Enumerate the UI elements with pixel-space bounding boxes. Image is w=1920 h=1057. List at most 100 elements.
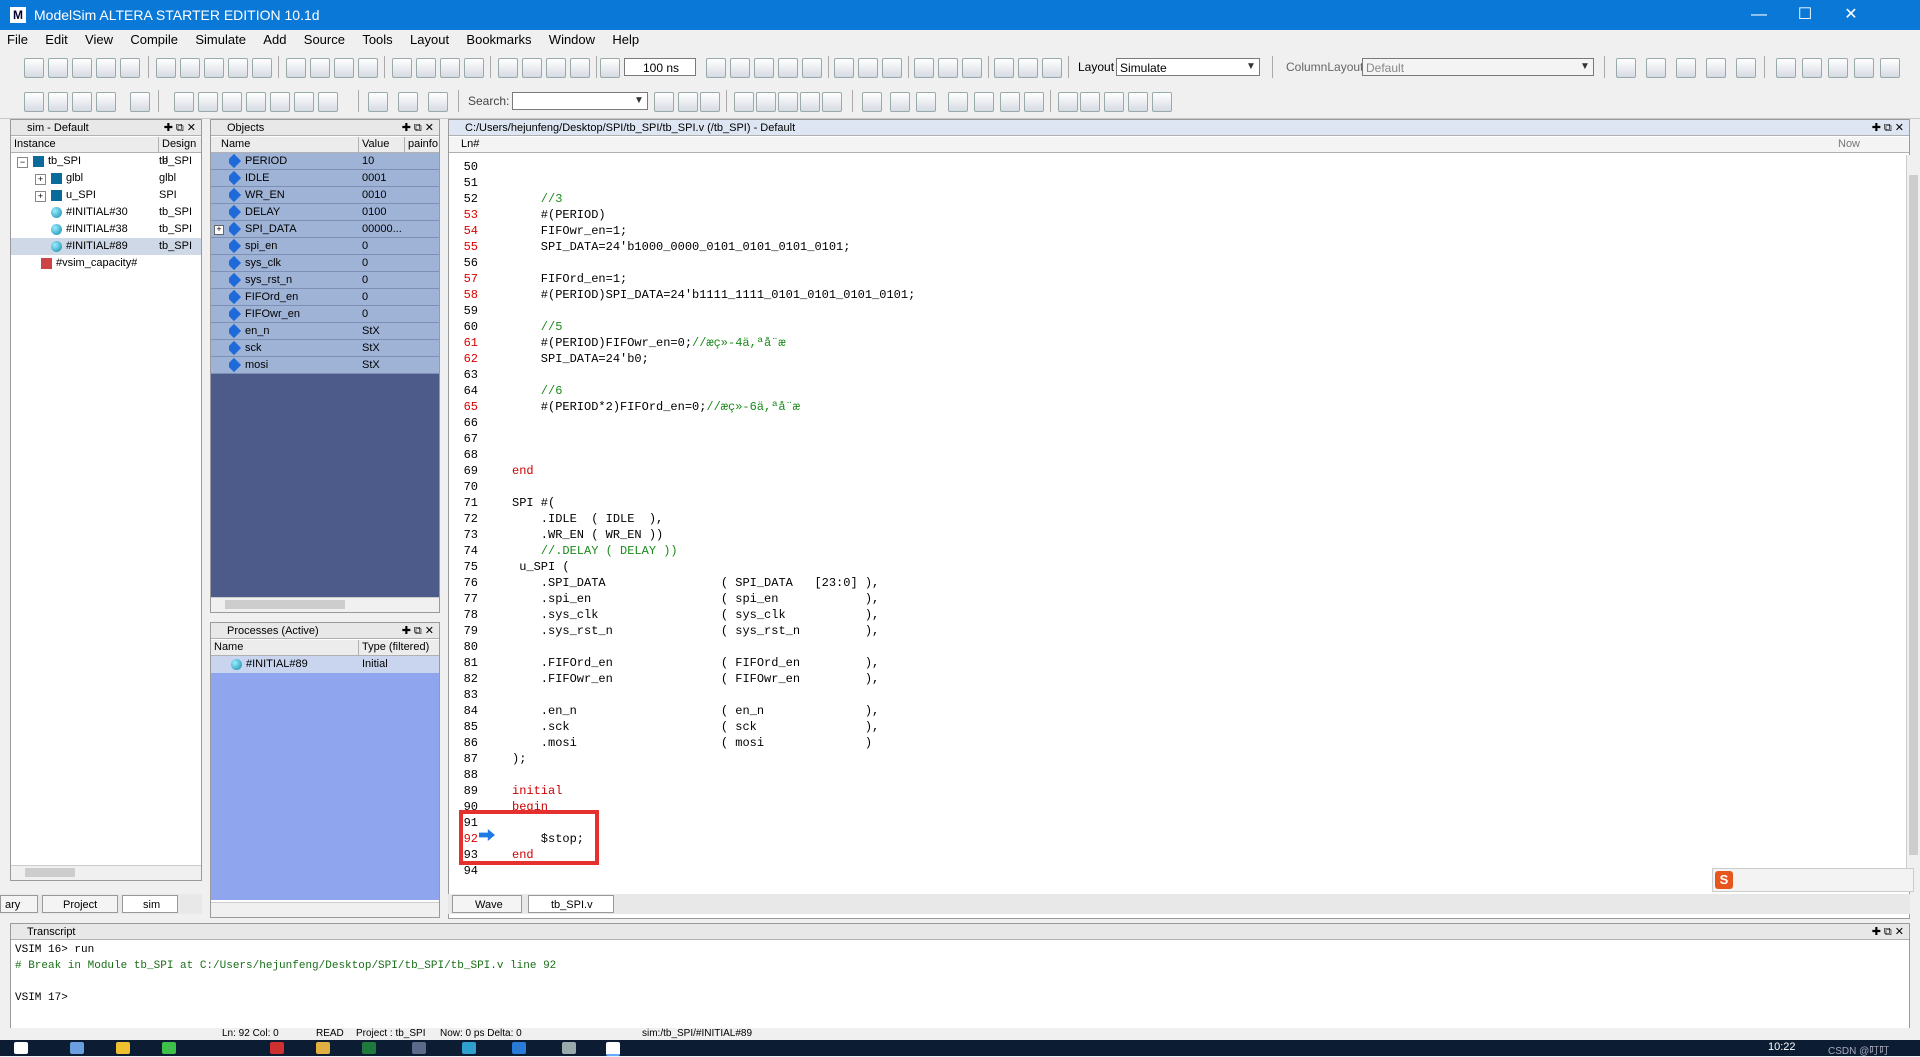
line-number[interactable]: 50 — [452, 159, 478, 175]
code-line[interactable]: 55 SPI_DATA=24'b1000_0000_0101_0101_0101… — [452, 239, 1910, 255]
taskbar-app-icon[interactable] — [462, 1042, 476, 1054]
taskbar-app-icon[interactable] — [162, 1042, 176, 1054]
code-line[interactable]: 57 FIFOrd_en=1; — [452, 271, 1910, 287]
menu-file[interactable]: File — [0, 30, 35, 50]
compile-all-icon[interactable] — [416, 58, 436, 78]
zoom-mode-icon[interactable] — [48, 92, 68, 112]
expand-icon[interactable]: + — [35, 174, 46, 185]
code-line[interactable]: 66 — [452, 415, 1910, 431]
taskbar-app-icon[interactable] — [116, 1042, 130, 1054]
line-number[interactable]: 71 — [452, 495, 478, 511]
code-line[interactable]: 64 //6 — [452, 383, 1910, 399]
line-number[interactable]: 65 — [452, 399, 478, 415]
panel-buttons[interactable]: ✚⧉✕ — [1872, 120, 1907, 136]
line-number[interactable]: 52 — [452, 191, 478, 207]
column-process-type[interactable]: Type (filtered) — [359, 640, 439, 655]
object-row[interactable]: sys_clk 0 — [211, 255, 439, 272]
line-number[interactable]: 75 — [452, 559, 478, 575]
menu-edit[interactable]: Edit — [38, 30, 74, 50]
line-number[interactable]: 66 — [452, 415, 478, 431]
maximize-button[interactable]: ☐ — [1782, 0, 1828, 30]
simulate-icon[interactable] — [440, 58, 460, 78]
tab-project[interactable]: Project — [42, 895, 118, 913]
code-line[interactable]: 72 .IDLE ( IDLE ), — [452, 511, 1910, 527]
step-over-icon[interactable] — [938, 58, 958, 78]
process-row[interactable]: #INITIAL#89 Initial — [211, 656, 439, 673]
line-number[interactable]: 57 — [452, 271, 478, 287]
column-value[interactable]: Value — [359, 137, 405, 152]
line-number[interactable]: 87 — [452, 751, 478, 767]
code-line[interactable]: 86 .mosi ( mosi ) — [452, 735, 1910, 751]
menu-help[interactable]: Help — [605, 30, 646, 50]
code-line[interactable]: 63 — [452, 367, 1910, 383]
menu-view[interactable]: View — [78, 30, 120, 50]
back-arrow-icon[interactable] — [546, 58, 566, 78]
object-row[interactable]: DELAY 0100 — [211, 204, 439, 221]
expand-icon[interactable]: + — [214, 225, 224, 235]
line-number[interactable]: 79 — [452, 623, 478, 639]
dataflow-icon[interactable] — [130, 92, 150, 112]
remove-breakpoint-icon[interactable] — [1058, 92, 1078, 112]
source-code[interactable]: 50 51 52 //3 53 #(PERIOD) 54 FIFOwr_en=1; 55 … — [452, 155, 1910, 875]
minimize-button[interactable]: — — [1736, 0, 1782, 30]
code-line[interactable]: 52 //3 — [452, 191, 1910, 207]
line-number[interactable]: 51 — [452, 175, 478, 191]
step-over-2-icon[interactable] — [1018, 58, 1038, 78]
hand-icon[interactable] — [882, 58, 902, 78]
open-file-icon[interactable] — [48, 58, 68, 78]
panel-buttons[interactable]: ✚⧉✕ — [402, 120, 437, 136]
object-row[interactable]: FIFOwr_en 0 — [211, 306, 439, 323]
wave-signal-icon[interactable] — [862, 92, 882, 112]
sogou-ime-icon[interactable]: S — [1715, 871, 1733, 889]
sim-tree-row[interactable]: + u_SPI SPI — [11, 187, 201, 204]
code-line[interactable]: 91 — [452, 815, 1910, 831]
wave-list-icon[interactable] — [1646, 58, 1666, 78]
sim-tree-row[interactable]: #INITIAL#30 tb_SPI — [11, 204, 201, 221]
line-number[interactable]: 69 — [452, 463, 478, 479]
edge-next-icon[interactable] — [222, 92, 242, 112]
wave-compare-icon[interactable] — [1706, 58, 1726, 78]
bracket-icon[interactable] — [1776, 58, 1796, 78]
loop-icon[interactable] — [1802, 58, 1822, 78]
code-line[interactable]: 58 #(PERIOD)SPI_DATA=24'b1111_1111_0101_… — [452, 287, 1910, 303]
clear-icon[interactable] — [1152, 92, 1172, 112]
sim-tree-row[interactable]: #INITIAL#89 tb_SPI — [11, 238, 201, 255]
code-line[interactable]: 89 initial — [452, 783, 1910, 799]
line-number[interactable]: 61 — [452, 335, 478, 351]
code-line[interactable]: 68 — [452, 447, 1910, 463]
search-next-icon[interactable] — [654, 92, 674, 112]
run-all-icon[interactable] — [754, 58, 774, 78]
code-line[interactable]: 88 — [452, 767, 1910, 783]
code-line[interactable]: 62 SPI_DATA=24'b0; — [452, 351, 1910, 367]
column-design[interactable]: Design u — [159, 137, 201, 165]
wave-pulse-icon[interactable] — [1000, 92, 1020, 112]
line-number[interactable]: 73 — [452, 527, 478, 543]
break-icon[interactable] — [464, 58, 484, 78]
line-number[interactable]: 76 — [452, 575, 478, 591]
menu-tools[interactable]: Tools — [355, 30, 399, 50]
run-length-icon[interactable] — [600, 58, 620, 78]
code-line[interactable]: 61 #(PERIOD)FIFOwr_en=0;//æç»-4ä,ªå¨æ — [452, 335, 1910, 351]
code-line[interactable]: 78 .sys_clk ( sys_clk ), — [452, 607, 1910, 623]
step-out-icon[interactable] — [962, 58, 982, 78]
code-line[interactable]: 93 end — [452, 847, 1910, 863]
taskbar-app-icon[interactable] — [412, 1042, 426, 1054]
run-icon[interactable] — [706, 58, 726, 78]
code-line[interactable]: 59 — [452, 303, 1910, 319]
menu-simulate[interactable]: Simulate — [188, 30, 253, 50]
io-icon[interactable] — [1828, 58, 1848, 78]
remove-all-icon[interactable] — [1080, 92, 1100, 112]
tab-wave[interactable]: Wave — [452, 895, 522, 913]
code-line[interactable]: 84 .en_n ( en_n ), — [452, 703, 1910, 719]
object-row[interactable]: FIFOrd_en 0 — [211, 289, 439, 306]
zoom-cursor-icon[interactable] — [800, 92, 820, 112]
line-number[interactable]: 70 — [452, 479, 478, 495]
line-number[interactable]: 82 — [452, 671, 478, 687]
performance-icon[interactable] — [834, 58, 854, 78]
tab-tb-spi-v[interactable]: tb_SPI.v — [528, 895, 614, 913]
object-row[interactable]: sck StX — [211, 340, 439, 357]
line-number[interactable]: 83 — [452, 687, 478, 703]
cut-icon[interactable] — [156, 58, 176, 78]
layout-select[interactable]: Simulate ▼ — [1116, 58, 1260, 76]
pan-icon[interactable] — [72, 92, 92, 112]
